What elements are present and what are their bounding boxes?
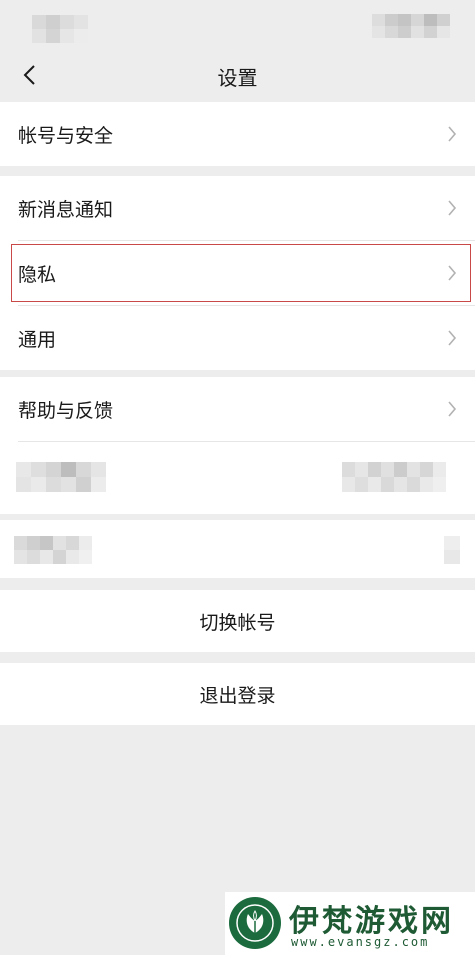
general-label: 通用 [18,328,57,351]
switch-account-label: 切换帐号 [199,611,276,634]
nav-bar: 设置 [0,48,475,102]
settings-group-plugins [0,520,475,578]
plugins-arrow-blurred [444,536,460,564]
privacy-item[interactable]: 隐私 [0,241,475,305]
tulip-icon [236,904,274,942]
help-feedback-label: 帮助与反馈 [18,399,114,422]
page-title: 设置 [217,66,258,90]
privacy-label: 隐私 [18,263,57,286]
status-time-blurred [32,15,90,43]
settings-group-general: 新消息通知 隐私 通用 [0,176,475,370]
chevron-right-icon [448,265,457,281]
chevron-right-icon [448,200,457,216]
settings-group-help: 帮助与反馈 [0,377,475,514]
plugins-item-blurred[interactable] [0,520,475,578]
switch-account-button[interactable]: 切换帐号 [0,590,475,652]
general-item[interactable]: 通用 [0,306,475,370]
account-security-item[interactable]: 帐号与安全 [0,102,475,166]
new-message-notify-item[interactable]: 新消息通知 [0,176,475,240]
privacy-highlight-box [11,244,471,302]
chevron-right-icon [448,401,457,417]
help-feedback-item[interactable]: 帮助与反馈 [0,377,475,441]
account-security-label: 帐号与安全 [18,124,114,147]
about-label-blurred [16,462,106,492]
new-message-notify-label: 新消息通知 [18,198,114,221]
tulip-logo [229,897,281,949]
plugins-label-blurred [14,536,92,564]
logout-label: 退出登录 [199,684,276,707]
about-item-blurred[interactable] [0,442,475,514]
logout-group: 退出登录 [0,663,475,725]
watermark-title: 伊梵游戏网 [289,904,454,939]
watermark: 伊梵游戏网 www.evansgz.com [225,892,475,955]
status-bar [0,0,475,48]
version-value-blurred [342,462,446,492]
watermark-url: www.evansgz.com [291,935,430,949]
switch-account-group: 切换帐号 [0,590,475,652]
settings-group-account: 帐号与安全 [0,102,475,166]
chevron-right-icon [448,330,457,346]
logout-button[interactable]: 退出登录 [0,663,475,725]
status-icons-blurred [372,14,450,38]
chevron-right-icon [448,126,457,142]
